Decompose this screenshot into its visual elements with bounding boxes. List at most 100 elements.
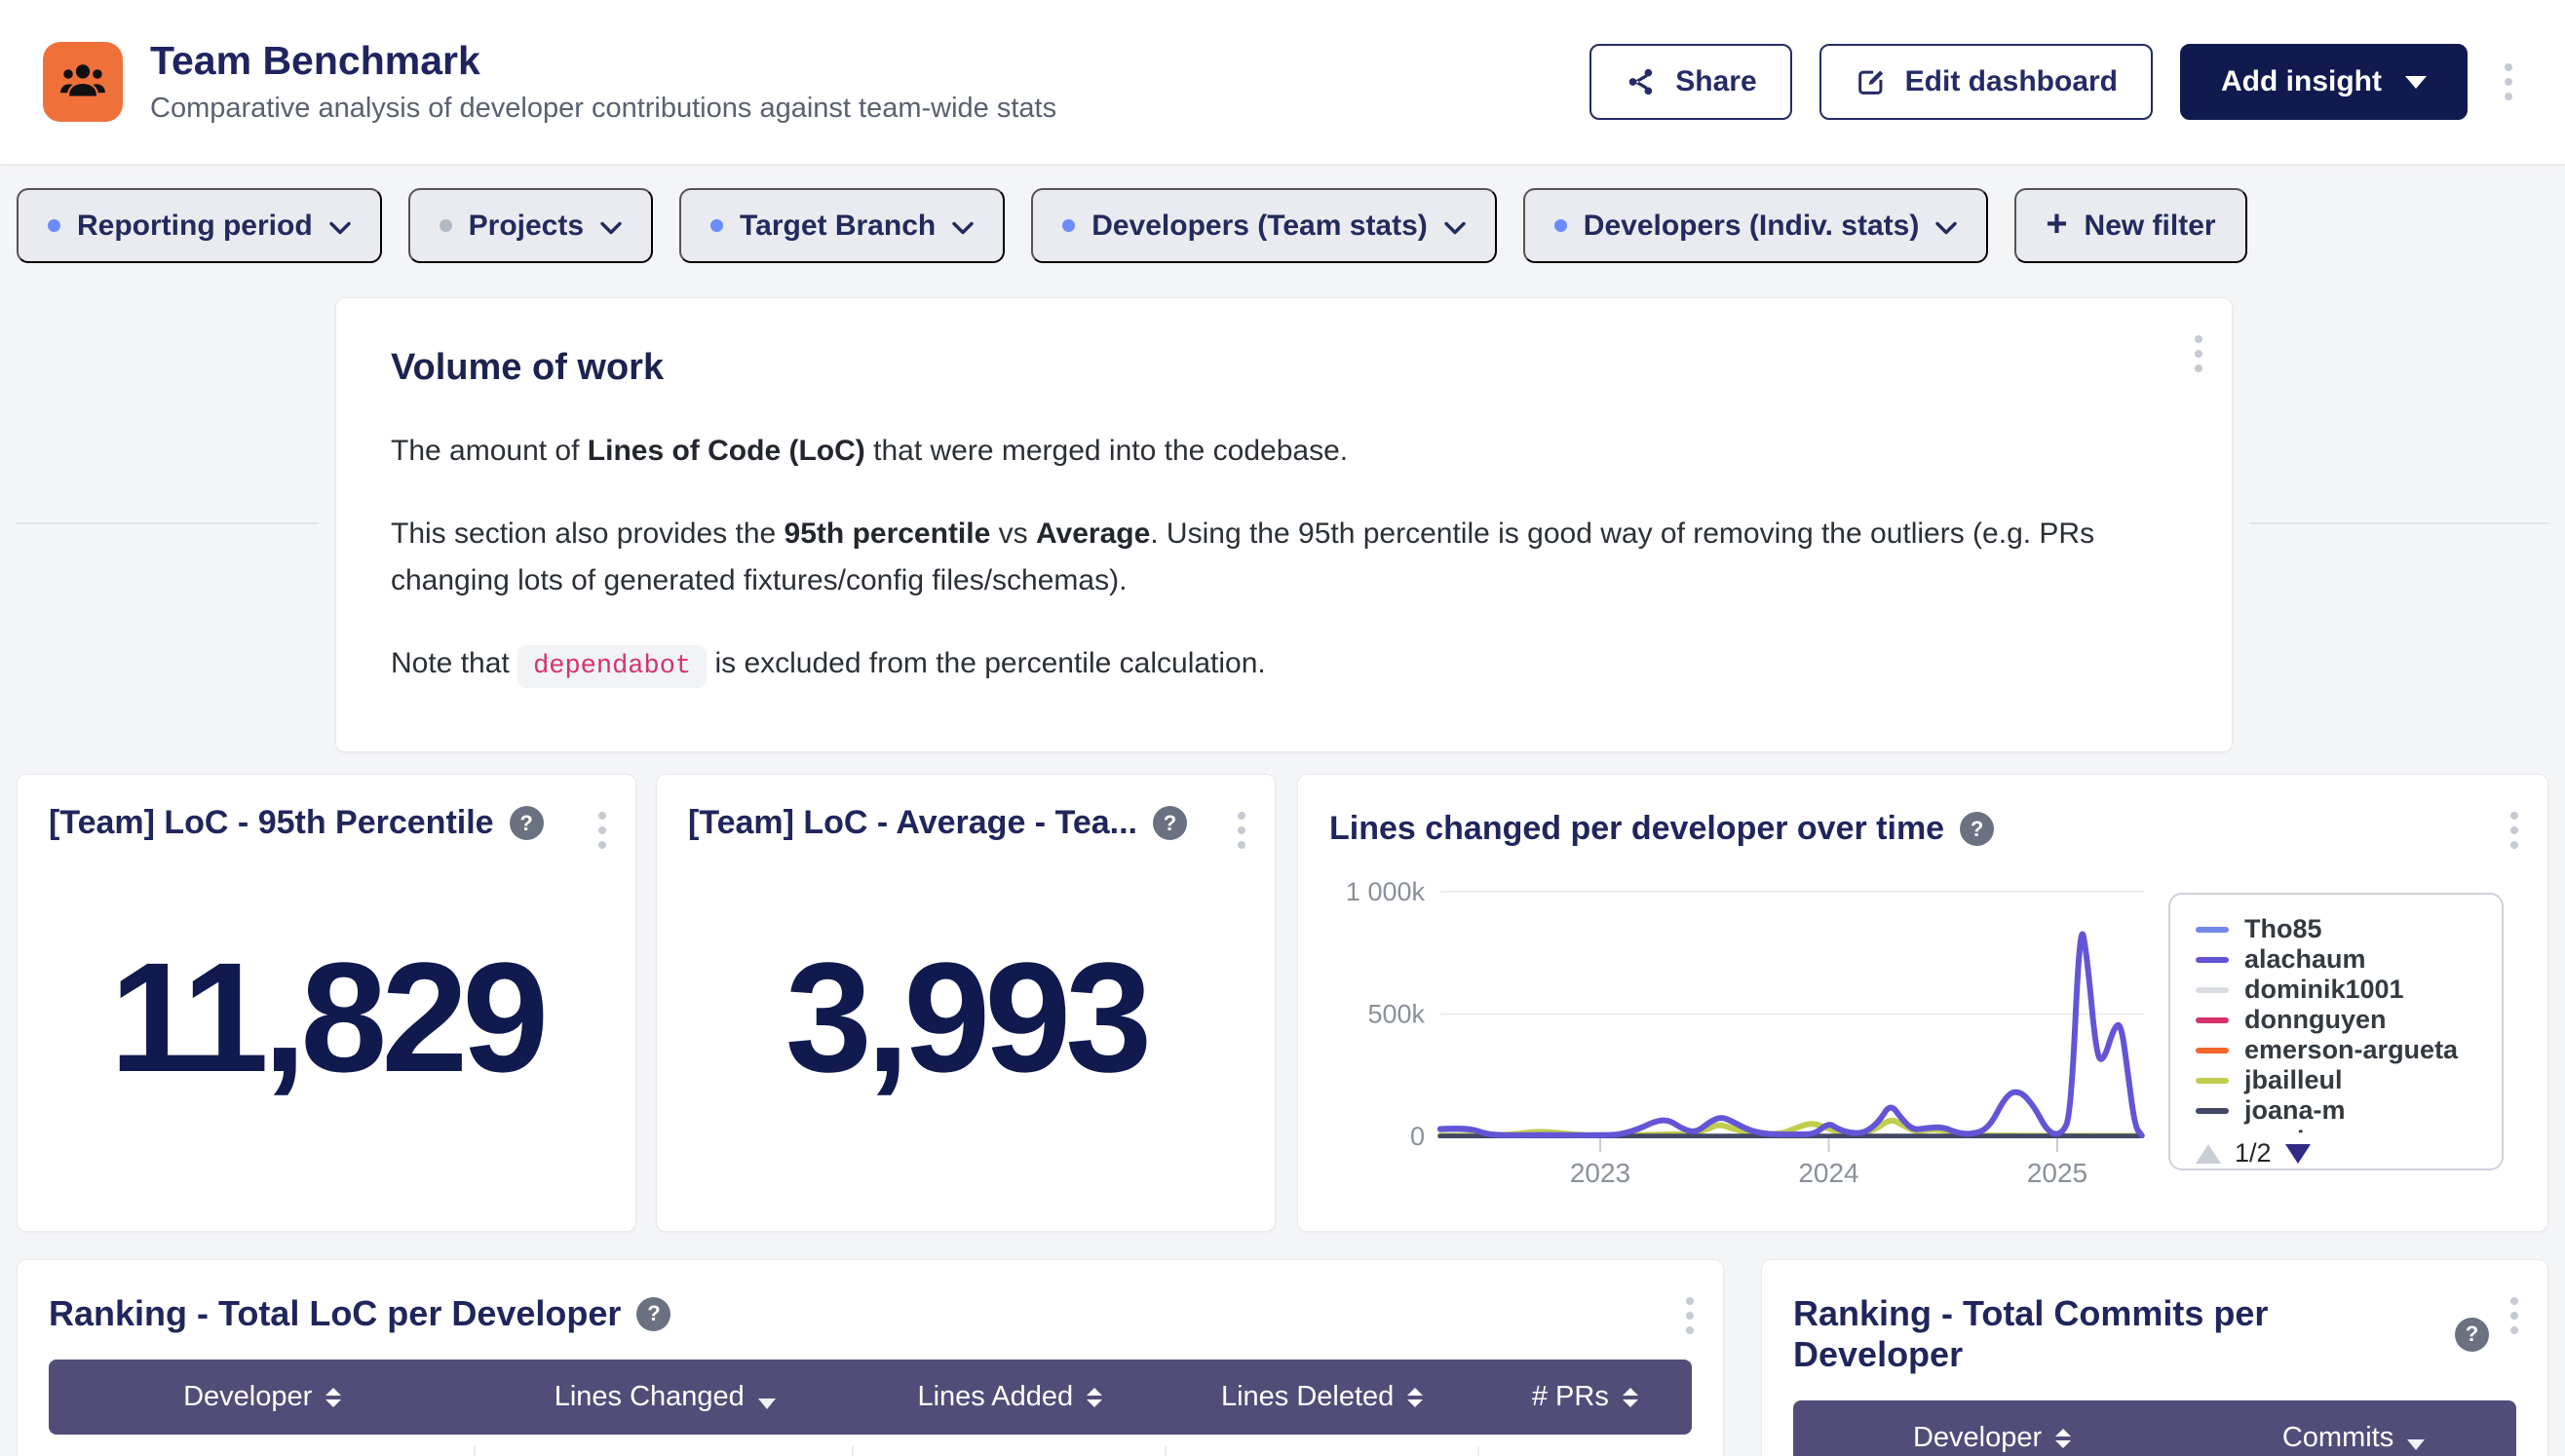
legend-swatch-icon — [2196, 1048, 2229, 1054]
y-axis-tick-label: 1 000k — [1346, 877, 1426, 906]
chevron-down-icon — [1444, 210, 1466, 243]
filter-pill-developers-team-stats-[interactable]: Developers (Team stats) — [1031, 188, 1497, 263]
edit-dashboard-button[interactable]: Edit dashboard — [1819, 44, 2153, 120]
caret-down-icon — [2405, 76, 2427, 89]
volume-paragraph-1: The amount of Lines of Code (LoC) that w… — [391, 428, 2115, 476]
legend-label: alachaum — [2244, 944, 2366, 975]
column-header--prs[interactable]: # PRs — [1478, 1360, 1692, 1435]
legend-item-dominik1001[interactable]: dominik1001 — [2196, 975, 2502, 1005]
chevron-down-icon — [600, 210, 622, 243]
table-cell — [852, 1446, 1165, 1456]
ranking-loc-kebab-menu[interactable] — [1676, 1287, 1704, 1344]
legend-item-maxice[interactable]: maxice — [2196, 1126, 2502, 1134]
filter-pill-developers-indiv-stats-[interactable]: Developers (Indiv. stats) — [1523, 188, 1989, 263]
series-line-alachaum — [1440, 934, 2142, 1135]
chevron-down-icon — [1935, 210, 1957, 243]
legend-page-indicator: 1/2 — [2235, 1138, 2272, 1169]
column-header-label: # PRs — [1532, 1381, 1609, 1413]
lines-changed-chart-card: Lines changed per developer over time ? … — [1297, 774, 2548, 1232]
ranking-loc-title: Ranking - Total LoC per Developer — [49, 1293, 621, 1334]
chevron-down-icon — [952, 210, 974, 243]
legend-page-down-icon[interactable] — [2285, 1144, 2311, 1164]
column-header-developer[interactable]: Developer — [1793, 1400, 2191, 1456]
stat-card-loc-average: [Team] LoC - Average - Tea... ? 3,993 — [656, 774, 1276, 1232]
sort-desc-icon — [2407, 1439, 2425, 1450]
y-axis-tick-label: 0 — [1410, 1122, 1425, 1151]
filter-pill-label: Developers (Team stats) — [1091, 210, 1428, 243]
legend-items: Tho85alachaumdominik1001donnguyenemerson… — [2196, 914, 2502, 1134]
legend-label: emerson-argueta — [2244, 1035, 2458, 1065]
dependabot-code-chip: dependabot — [517, 645, 707, 688]
loc-table-header: DeveloperLines Changed Lines Added Lines D… — [49, 1360, 1692, 1435]
legend-item-alachaum[interactable]: alachaum — [2196, 944, 2502, 975]
share-button[interactable]: Share — [1589, 44, 1791, 120]
x-axis-tick-label: 2023 — [1570, 1158, 1630, 1188]
legend-item-donnguyen[interactable]: donnguyen — [2196, 1005, 2502, 1035]
legend-pager: 1/2 — [2196, 1138, 2502, 1169]
new-filter-label: New filter — [2085, 210, 2216, 243]
dashboard-logo — [43, 42, 123, 122]
legend-label: joana-m — [2244, 1095, 2346, 1126]
filter-pill-target-branch[interactable]: Target Branch — [679, 188, 1005, 263]
chevron-down-icon — [329, 210, 351, 243]
add-insight-button[interactable]: Add insight — [2180, 44, 2468, 120]
column-header-label: Commits — [2282, 1422, 2393, 1454]
share-label: Share — [1675, 65, 1756, 98]
stat-card-title: [Team] LoC - 95th Percentile — [49, 804, 494, 842]
chart-legend: Tho85alachaumdominik1001donnguyenemerson… — [2168, 893, 2504, 1170]
ranking-commits-kebab-menu[interactable] — [2501, 1287, 2528, 1344]
sort-icon — [1623, 1388, 1638, 1407]
legend-item-Tho85[interactable]: Tho85 — [2196, 914, 2502, 944]
header-kebab-menu[interactable] — [2495, 54, 2522, 110]
commits-table-header: Developer Commits — [1793, 1400, 2516, 1456]
filter-dot-icon — [710, 219, 723, 232]
page-subtitle: Comparative analysis of developer contri… — [150, 93, 1056, 125]
column-header-developer[interactable]: Developer — [49, 1360, 476, 1435]
legend-item-jbailleul[interactable]: jbailleul — [2196, 1065, 2502, 1095]
column-header-lines-added[interactable]: Lines Added — [854, 1360, 1166, 1435]
section-divider-left — [17, 522, 319, 524]
column-header-lines-changed[interactable]: Lines Changed — [476, 1360, 854, 1435]
new-filter-button[interactable]: + New filter — [2014, 188, 2246, 263]
column-header-label: Lines Added — [917, 1381, 1073, 1413]
filter-pill-projects[interactable]: Projects — [408, 188, 653, 263]
legend-swatch-icon — [2196, 1017, 2229, 1023]
table-cell — [474, 1446, 852, 1456]
sort-icon — [1407, 1388, 1423, 1407]
table-cell — [1477, 1446, 1692, 1456]
filter-pill-label: Target Branch — [740, 210, 936, 243]
stat-card-kebab-menu[interactable] — [1228, 802, 1255, 859]
filter-pill-reporting-period[interactable]: Reporting period — [17, 188, 382, 263]
help-icon[interactable]: ? — [2455, 1318, 2489, 1352]
column-header-commits[interactable]: Commits — [2191, 1400, 2516, 1456]
filter-pill-label: Reporting period — [77, 210, 313, 243]
legend-swatch-icon — [2196, 927, 2229, 933]
header-actions: Share Edit dashboard Add insight — [1589, 44, 2522, 120]
filter-pill-label: Projects — [469, 210, 584, 243]
volume-card-kebab-menu[interactable] — [2185, 326, 2212, 382]
help-icon[interactable]: ? — [1153, 806, 1187, 840]
help-icon[interactable]: ? — [636, 1297, 670, 1331]
legend-swatch-icon — [2196, 1108, 2229, 1114]
title-block: Team Benchmark Comparative analysis of d… — [150, 39, 1056, 125]
legend-item-joana-m[interactable]: joana-m — [2196, 1095, 2502, 1126]
section-divider-right — [2249, 522, 2548, 524]
filter-dot-icon — [440, 219, 452, 232]
edit-dashboard-label: Edit dashboard — [1905, 65, 2118, 98]
sort-icon — [2055, 1429, 2071, 1448]
x-axis-tick-label: 2024 — [1798, 1158, 1858, 1188]
y-axis-tick-label: 500k — [1367, 1000, 1425, 1029]
legend-label: Tho85 — [2244, 914, 2322, 944]
table-cell — [49, 1446, 474, 1456]
sort-icon — [1087, 1388, 1102, 1407]
stat-value: 11,829 — [18, 928, 635, 1107]
legend-item-emerson-argueta[interactable]: emerson-argueta — [2196, 1035, 2502, 1065]
help-icon[interactable]: ? — [510, 806, 544, 840]
stat-value: 3,993 — [657, 928, 1275, 1107]
share-icon — [1625, 65, 1658, 98]
stat-card-kebab-menu[interactable] — [589, 802, 616, 859]
column-header-lines-deleted[interactable]: Lines Deleted — [1166, 1360, 1477, 1435]
legend-page-up-icon[interactable] — [2196, 1144, 2221, 1164]
volume-paragraph-3: Note that dependabot is excluded from th… — [391, 640, 2115, 689]
legend-swatch-icon — [2196, 1078, 2229, 1084]
